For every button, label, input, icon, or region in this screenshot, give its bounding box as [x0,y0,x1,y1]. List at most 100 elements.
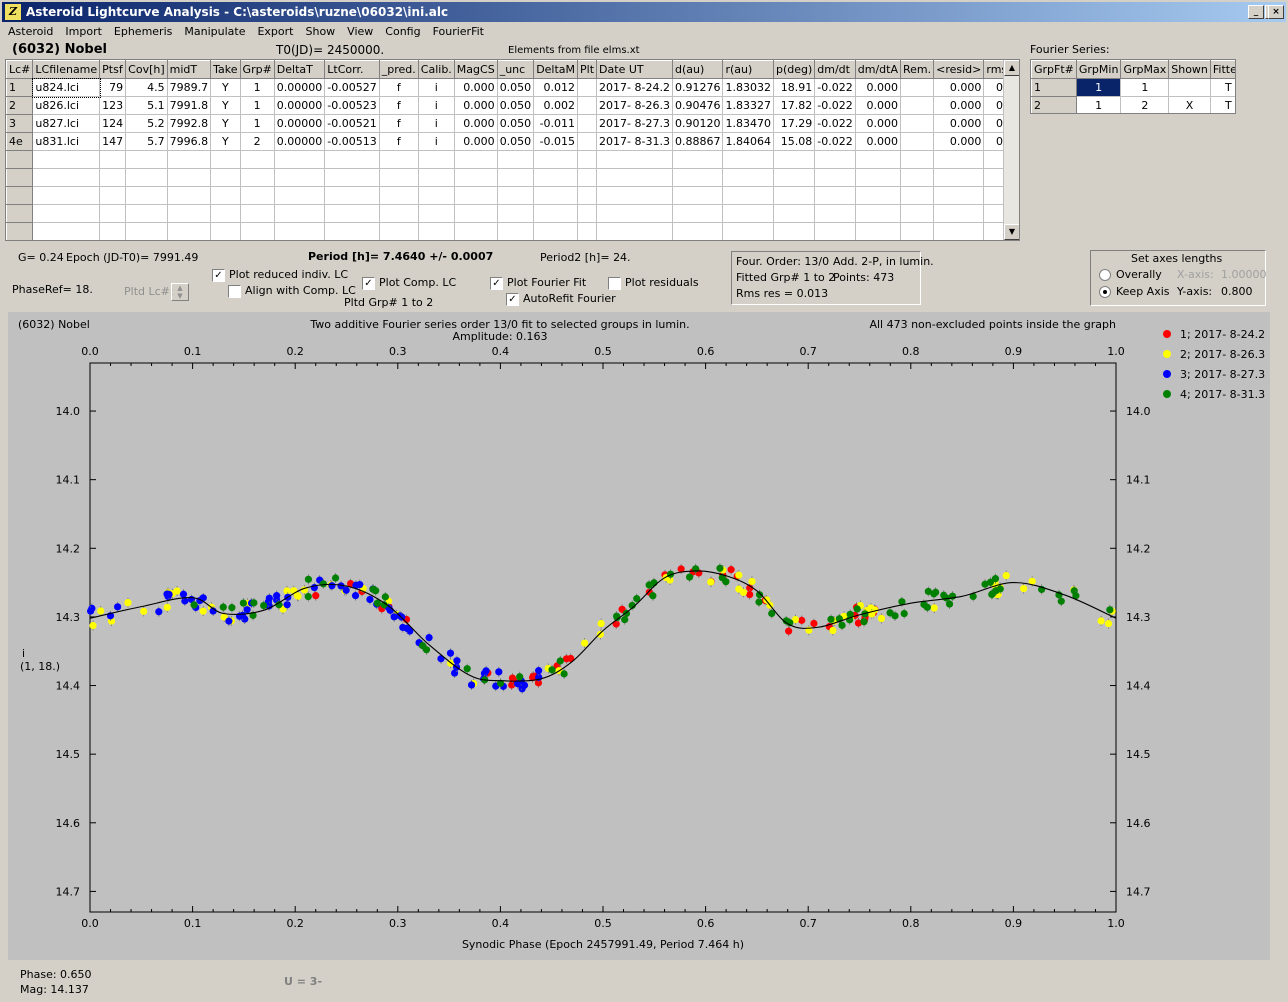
table-cell[interactable]: 1 [239,78,275,97]
table-cell[interactable]: Y [210,78,241,97]
table-cell[interactable] [596,222,673,240]
lightcurve-plot[interactable]: (6032) Nobel Two additive Fourier series… [8,312,1270,960]
table-cell[interactable] [239,186,275,205]
column-header[interactable]: Take [210,60,241,79]
column-header[interactable]: _pred. [378,60,419,79]
table-cell[interactable] [125,222,168,240]
table-cell[interactable]: 5.7 [125,132,168,151]
column-header[interactable]: DeltaM [533,60,579,79]
table-cell[interactable] [273,222,326,240]
table-cell[interactable] [933,222,985,240]
table-cell[interactable] [899,168,935,187]
column-header[interactable]: GrpMin [1075,60,1122,79]
table-cell[interactable]: Y [210,96,241,115]
table-cell[interactable]: X [1168,96,1211,113]
table-cell[interactable] [125,186,168,205]
lightcurve-table[interactable]: Lc# LCfilename Ptsf Cov[h] midT Take Grp# Delta… [5,59,1020,241]
table-cell[interactable] [596,168,673,187]
table-cell[interactable]: 0.91276 [671,78,724,97]
table-cell[interactable]: 1 [239,96,275,115]
table-cell[interactable] [854,186,901,205]
table-cell[interactable] [99,186,127,205]
menu-asteroid[interactable]: Asteroid [2,23,59,41]
table-cell[interactable] [772,168,816,187]
table-cell[interactable]: 5.1 [125,96,168,115]
table-cell[interactable]: 1 [1075,96,1122,113]
table-cell[interactable] [453,150,498,169]
table-cell[interactable] [378,186,419,205]
keep-axis-radio[interactable]: Keep Axis [1099,285,1170,298]
table-cell[interactable] [324,186,380,205]
table-row[interactable]: 212XT [1031,96,1235,113]
scroll-down-button[interactable]: ▼ [1004,224,1019,240]
table-cell[interactable]: u831.lci [32,132,101,151]
table-cell[interactable]: 0.000 [933,78,985,97]
table-cell[interactable] [533,204,579,223]
table-cell[interactable]: 0.000 [453,96,498,115]
table-cell[interactable]: 1 [239,114,275,133]
table-cell[interactable] [378,168,419,187]
table-row[interactable] [6,204,1019,223]
table-cell[interactable]: 0.00000 [273,132,326,151]
table-cell[interactable] [577,186,598,205]
table-cell[interactable] [596,204,673,223]
table-cell[interactable]: 1.84064 [722,132,774,151]
table-cell[interactable]: 0.000 [453,78,498,97]
table-cell[interactable]: -0.00521 [324,114,380,133]
column-header[interactable]: r(au) [722,60,774,79]
column-header[interactable]: MagCS [453,60,498,79]
table-cell[interactable] [814,168,856,187]
table-cell[interactable]: 124 [99,114,127,133]
table-cell[interactable]: 17.29 [772,114,816,133]
column-header[interactable]: GrpFt# [1031,60,1077,79]
table-cell[interactable] [577,204,598,223]
table-cell[interactable]: -0.022 [814,78,856,97]
table-cell[interactable] [899,186,935,205]
overally-radio[interactable]: Overally [1099,268,1162,281]
table-cell[interactable] [453,168,498,187]
table-cell[interactable] [772,186,816,205]
column-header[interactable]: GrpMax [1120,60,1170,79]
table-cell[interactable]: Y [210,114,241,133]
column-header[interactable]: p(deg) [772,60,816,79]
table-cell[interactable] [239,204,275,223]
table-cell[interactable]: 0.050 [496,78,535,97]
row-header[interactable]: 2 [6,96,34,115]
table-cell[interactable] [166,222,212,240]
table-cell[interactable]: 0.050 [496,132,535,151]
table-cell[interactable] [453,186,498,205]
table-cell[interactable]: 2 [239,132,275,151]
menu-view[interactable]: View [341,23,379,41]
table-cell[interactable]: 0.90120 [671,114,724,133]
y-axis-value[interactable]: 0.800 [1221,285,1253,298]
table-cell[interactable] [596,186,673,205]
table-cell[interactable]: 0.00000 [273,96,326,115]
table-cell[interactable]: 0.002 [533,96,579,115]
table-cell[interactable]: 0.00000 [273,78,326,97]
table-cell[interactable] [854,150,901,169]
table-cell[interactable]: i [417,132,455,151]
column-header[interactable]: Calib. [417,60,455,79]
table-cell[interactable] [814,222,856,240]
table-cell[interactable] [722,150,774,169]
table-cell[interactable]: 0.050 [496,114,535,133]
table-cell[interactable] [324,150,380,169]
table-cell[interactable]: 0.000 [854,96,901,115]
table-cell[interactable] [577,96,598,115]
plot-fourier-checkbox[interactable]: ✓ Plot Fourier Fit [490,276,586,290]
table-cell[interactable] [496,150,535,169]
row-header[interactable]: 3 [6,114,34,133]
menu-export[interactable]: Export [251,23,299,41]
table-cell[interactable]: 1.83032 [722,78,774,97]
menu-config[interactable]: Config [379,23,426,41]
table-cell[interactable]: 1.83470 [722,114,774,133]
table-cell[interactable]: 0.00000 [273,114,326,133]
table-cell[interactable]: 18.91 [772,78,816,97]
column-header[interactable]: dm/dtA [854,60,901,79]
table-cell[interactable] [772,222,816,240]
table-cell[interactable]: 0.000 [453,132,498,151]
table-cell[interactable] [324,204,380,223]
table-cell[interactable] [239,150,275,169]
column-header[interactable]: DeltaT [273,60,326,79]
table-cell[interactable] [324,222,380,240]
